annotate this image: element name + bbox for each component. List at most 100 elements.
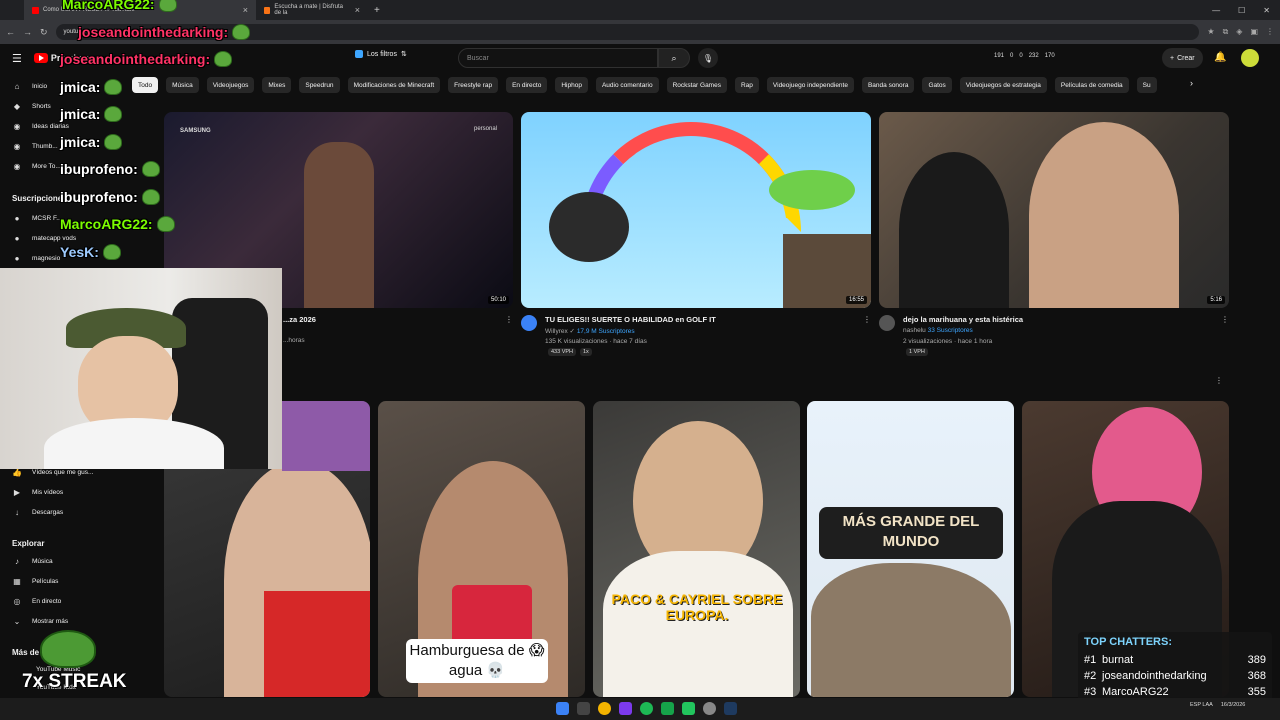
tab-title: Como USAR PRESET ... YouTube bbox=[43, 7, 135, 13]
chip[interactable]: Películas de comedia bbox=[1054, 77, 1129, 93]
obs-icon[interactable] bbox=[703, 702, 716, 715]
forward-icon[interactable]: → bbox=[23, 27, 32, 37]
chip[interactable]: Su bbox=[1136, 77, 1157, 93]
address-bar[interactable]: youtube.com bbox=[55, 24, 1200, 40]
language-indicator[interactable]: ESP LAA bbox=[1190, 702, 1213, 708]
steam-icon[interactable] bbox=[724, 702, 737, 715]
chip[interactable]: Freestyle rap bbox=[448, 77, 499, 93]
filters-label: Los filtros bbox=[367, 50, 397, 58]
sidebar-item-more[interactable]: ◉ More To... bbox=[12, 162, 61, 171]
channel-avatar[interactable] bbox=[879, 315, 895, 331]
sidebar-item-downloads[interactable]: ↓ Descargas bbox=[12, 508, 63, 517]
explorer-icon[interactable] bbox=[577, 702, 590, 715]
extension-icon[interactable]: ◈ bbox=[1236, 27, 1242, 37]
video-title[interactable]: ...za 2026 bbox=[283, 315, 316, 324]
video-title[interactable]: TU ELIGES!! SUERTE O HABILIDAD en GOLF I… bbox=[545, 315, 716, 324]
chip[interactable]: Videojuego independiente bbox=[766, 77, 854, 93]
chip[interactable]: Videojuegos bbox=[206, 77, 255, 93]
chip[interactable]: En directo bbox=[506, 77, 548, 93]
video-thumbnail[interactable]: 16:55 bbox=[521, 112, 871, 308]
short-thumbnail[interactable]: PACO & CAYRIEL SOBRE EUROPA. bbox=[593, 401, 800, 697]
reload-icon[interactable]: ↻ bbox=[40, 27, 48, 38]
chrome-icon[interactable] bbox=[598, 702, 611, 715]
browser-tab-active[interactable]: Como USAR PRESET ... YouTube × bbox=[24, 0, 256, 20]
chip[interactable]: Mixes bbox=[262, 77, 292, 93]
extension-icon[interactable]: ▣ bbox=[1250, 27, 1258, 37]
chevron-right-icon[interactable]: › bbox=[1190, 78, 1193, 88]
avatar[interactable] bbox=[1241, 49, 1259, 67]
download-icon: ↓ bbox=[15, 508, 19, 517]
search-input[interactable]: Buscar bbox=[458, 48, 658, 68]
person-figure bbox=[899, 152, 1009, 308]
discord-icon[interactable] bbox=[619, 702, 632, 715]
new-tab-icon[interactable]: + bbox=[368, 5, 386, 16]
close-window-icon[interactable]: ✕ bbox=[1263, 6, 1270, 15]
chip[interactable]: Audio comentario bbox=[595, 77, 659, 93]
close-tab-icon[interactable]: × bbox=[243, 5, 248, 15]
sidebar-item-subscription[interactable]: ● MCSR F... bbox=[12, 214, 62, 223]
chip[interactable]: Rap bbox=[734, 77, 759, 93]
chip[interactable]: Videojuegos de estrategia bbox=[959, 77, 1047, 93]
hamburger-menu-icon[interactable]: ☰ bbox=[12, 52, 22, 65]
minimize-icon[interactable]: — bbox=[1212, 6, 1220, 15]
sidebar-item-liked[interactable]: 👍 Vídeos que me gus... bbox=[12, 468, 93, 477]
more-options-icon[interactable]: ⋮ bbox=[505, 315, 513, 324]
chip[interactable]: Hiphop bbox=[555, 77, 588, 93]
browser-tab-second[interactable]: Escucha a mate | Disfruta de la × bbox=[256, 0, 368, 20]
app-icon[interactable] bbox=[661, 702, 674, 715]
shorts-more-options-icon[interactable]: ⋮ bbox=[1215, 376, 1223, 385]
back-icon[interactable]: ← bbox=[6, 27, 15, 37]
extension-icon[interactable]: ⧉ bbox=[1223, 27, 1229, 37]
can-graphic bbox=[452, 585, 532, 645]
clock-date[interactable]: 16/3/2026 bbox=[1221, 702, 1245, 708]
app-icon[interactable] bbox=[682, 702, 695, 715]
sidebar-item-label: MCSR F... bbox=[32, 215, 62, 222]
sidebar-item-show-more[interactable]: ⌄ Mostrar más bbox=[12, 617, 68, 626]
sidebar-item-home[interactable]: ⌂ Inicio bbox=[12, 82, 48, 91]
spotify-icon[interactable] bbox=[640, 702, 653, 715]
channel-name[interactable]: Willyrex bbox=[545, 328, 568, 335]
stat-value: 191 bbox=[994, 53, 1005, 59]
sidebar-item-subscription[interactable]: ● matecapp vods bbox=[12, 234, 77, 243]
video-thumbnail[interactable]: 5:16 bbox=[879, 112, 1229, 308]
youtube-logo[interactable]: Premium bbox=[33, 53, 89, 63]
channel-avatar[interactable] bbox=[521, 315, 537, 331]
more-options-icon[interactable]: ⋮ bbox=[1221, 315, 1229, 324]
short-thumbnail[interactable]: Hamburguesa de 😱 agua 💀 bbox=[378, 401, 585, 697]
chip[interactable]: Speedrun bbox=[299, 77, 340, 93]
chip[interactable]: Gatos bbox=[922, 77, 952, 93]
home-icon: ⌂ bbox=[14, 82, 20, 91]
menu-icon[interactable]: ⋮ bbox=[1266, 27, 1274, 37]
close-tab-icon[interactable]: × bbox=[355, 5, 360, 15]
short-thumbnail[interactable]: MÁS GRANDE DEL MUNDO bbox=[807, 401, 1014, 697]
create-button[interactable]: + Crear bbox=[1162, 48, 1203, 68]
chip[interactable]: Música bbox=[166, 77, 199, 93]
sidebar-item-movies[interactable]: ▦ Películas bbox=[12, 577, 58, 586]
mic-icon: 🎙 bbox=[702, 53, 714, 63]
thumbnail-label: personal bbox=[473, 126, 497, 132]
bookmark-icon[interactable]: ★ bbox=[1207, 27, 1214, 37]
maximize-icon[interactable]: ☐ bbox=[1238, 6, 1245, 15]
search-button[interactable]: ⌕ bbox=[658, 48, 690, 68]
sidebar-item-live[interactable]: ◎ En directo bbox=[12, 597, 62, 606]
chip[interactable]: Rockstar Games bbox=[666, 77, 727, 93]
sidebar-item-my-videos[interactable]: ▶ Mis vídeos bbox=[12, 488, 63, 497]
sidebar-item-thumb[interactable]: ◉ Thumb... bbox=[12, 142, 58, 151]
sidebar-item-subscription[interactable]: ● magnesio bbox=[12, 254, 61, 263]
chip[interactable]: Modificaciones de Minecraft bbox=[347, 77, 441, 93]
notifications-bell-icon[interactable]: 🔔 bbox=[1214, 52, 1226, 63]
video-title[interactable]: dejo la marihuana y esta histérica bbox=[903, 315, 1023, 324]
sidebar-item-label: Ideas diarias bbox=[32, 123, 69, 130]
sidebar-item-music[interactable]: ♪ Música bbox=[12, 557, 53, 566]
video-meta: ...horas bbox=[283, 337, 305, 344]
explore-heading: Explorar bbox=[12, 539, 45, 548]
start-icon[interactable] bbox=[556, 702, 569, 715]
chatter-rank: #3 bbox=[1084, 686, 1097, 698]
sidebar-item-ideas[interactable]: ◉ Ideas diarias bbox=[12, 122, 69, 131]
more-options-icon[interactable]: ⋮ bbox=[863, 315, 871, 324]
filters-button[interactable]: Los filtros ⇅ bbox=[355, 50, 407, 58]
sidebar-item-shorts[interactable]: ◆ Shorts bbox=[12, 102, 51, 111]
chip[interactable]: Banda sonora bbox=[861, 77, 915, 93]
voice-search-button[interactable]: 🎙 bbox=[698, 48, 718, 68]
channel-name[interactable]: nashelu bbox=[903, 327, 926, 334]
